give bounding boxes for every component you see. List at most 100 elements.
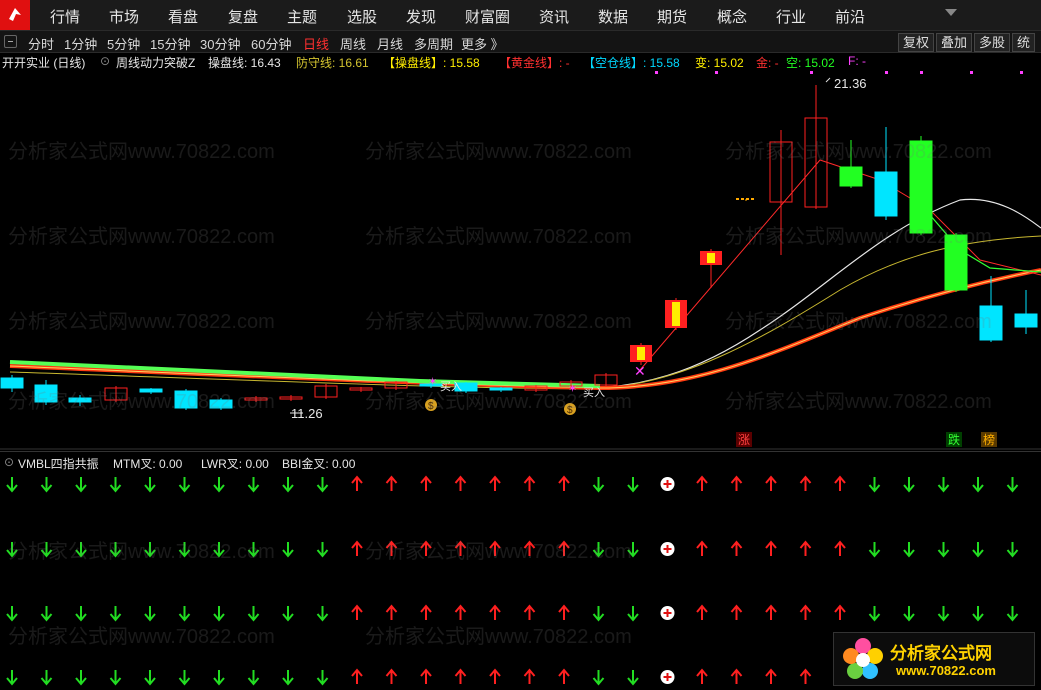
period-tab-8[interactable]: 月线 xyxy=(377,34,403,53)
candle[interactable] xyxy=(209,398,233,410)
candle[interactable] xyxy=(68,395,92,406)
candle[interactable] xyxy=(34,380,58,405)
down-arrow-icon xyxy=(109,477,122,493)
period-tab-5[interactable]: 60分钟 xyxy=(251,34,291,53)
up-arrow-icon xyxy=(558,540,570,556)
candle[interactable] xyxy=(736,198,756,201)
candle[interactable] xyxy=(665,298,687,330)
period-tab-7[interactable]: 周线 xyxy=(340,34,366,53)
menu-item-11[interactable]: 概念 xyxy=(717,6,747,27)
candle[interactable] xyxy=(979,276,1003,342)
candle[interactable] xyxy=(489,387,513,392)
brand-url: www.70822.com xyxy=(896,663,996,678)
up-arrow-icon xyxy=(385,668,398,684)
period-tab-10[interactable]: 更多 》 xyxy=(461,34,504,53)
money-bag-icon: $ xyxy=(425,399,437,412)
money-bag-icon: $ xyxy=(564,403,576,416)
up-arrow-icon xyxy=(385,604,398,620)
candle[interactable] xyxy=(630,343,652,365)
period-tab-6[interactable]: 日线 xyxy=(303,34,329,53)
up-arrow-icon xyxy=(730,668,743,684)
menu-item-7[interactable]: 财富圈 xyxy=(465,6,510,27)
down-arrow-icon xyxy=(972,542,984,558)
period-tab-9[interactable]: 多周期 xyxy=(414,34,453,53)
candle[interactable] xyxy=(314,384,338,399)
period-tab-1[interactable]: 1分钟 xyxy=(64,34,97,53)
up-arrow-icon xyxy=(765,604,777,620)
down-arrow-icon xyxy=(178,477,191,493)
candle[interactable] xyxy=(804,85,828,209)
up-arrow-icon xyxy=(696,540,708,556)
candle[interactable] xyxy=(139,388,163,394)
down-arrow-icon xyxy=(316,670,329,686)
candle[interactable] xyxy=(174,389,198,410)
menu-item-9[interactable]: 数据 xyxy=(598,6,628,27)
menu-item-0[interactable]: 行情 xyxy=(50,6,80,27)
period-tab-4[interactable]: 30分钟 xyxy=(200,34,240,53)
candle[interactable] xyxy=(104,386,128,402)
up-arrow-icon xyxy=(420,475,432,491)
candle[interactable] xyxy=(279,395,303,401)
sub-indicator-header: ⊙ VMBL四指共振 MTM叉: 0.00 LWR叉: 0.00 BBI金叉: … xyxy=(0,451,1041,471)
candle[interactable] xyxy=(0,375,24,392)
menu-item-3[interactable]: 复盘 xyxy=(228,6,258,27)
collapse-icon[interactable] xyxy=(4,35,17,48)
up-arrow-icon xyxy=(696,475,708,491)
menu-overflow-chevron-icon[interactable] xyxy=(945,9,957,16)
menu-item-5[interactable]: 选股 xyxy=(347,6,377,27)
period-tab-3[interactable]: 15分钟 xyxy=(150,34,190,53)
candle[interactable] xyxy=(839,140,863,188)
down-arrow-icon xyxy=(213,606,225,622)
down-arrow-icon xyxy=(6,670,18,686)
down-arrow-icon xyxy=(903,606,915,622)
up-arrow-icon xyxy=(696,668,708,684)
up-arrow-icon xyxy=(420,604,432,620)
restore-rights-button[interactable]: 复权 xyxy=(898,33,935,52)
up-arrow-icon xyxy=(454,475,467,491)
menu-item-12[interactable]: 行业 xyxy=(776,6,806,27)
menu-item-1[interactable]: 市场 xyxy=(109,6,139,27)
candle[interactable] xyxy=(874,127,898,220)
kong-value: 空: 15.02 xyxy=(786,56,835,70)
down-arrow-icon xyxy=(868,477,881,493)
menu-item-10[interactable]: 期货 xyxy=(657,6,687,27)
candlestick-chart[interactable]: 21.3611.26买入 买入$ $✕✶✶涨跌榜 xyxy=(0,70,1041,450)
candle[interactable] xyxy=(909,136,933,235)
menu-item-13[interactable]: 前沿 xyxy=(835,6,865,27)
stock-name: 开开实业 (日线) xyxy=(2,56,86,70)
sub-indicator-dropdown-icon[interactable]: ⊙ xyxy=(4,455,14,469)
signal-dot-icon xyxy=(970,71,973,74)
menu-item-4[interactable]: 主题 xyxy=(287,6,317,27)
up-arrow-icon xyxy=(454,604,467,620)
indicator-name[interactable]: 周线动力突破Z xyxy=(116,54,195,70)
up-arrow-icon xyxy=(489,604,501,620)
candle[interactable] xyxy=(944,233,968,292)
down-arrow-icon xyxy=(316,477,329,493)
menu-item-8[interactable]: 资讯 xyxy=(539,6,569,27)
signal-dot-icon xyxy=(920,71,923,74)
period-tab-0[interactable]: 分时 xyxy=(28,34,54,53)
candle[interactable] xyxy=(244,396,268,402)
candle[interactable] xyxy=(700,249,722,288)
signal-dot-icon xyxy=(715,71,718,74)
candle[interactable] xyxy=(769,130,793,255)
up-arrow-icon xyxy=(523,668,536,684)
indicator-dropdown-icon[interactable]: ⊙ xyxy=(100,54,110,68)
down-arrow-icon xyxy=(144,606,156,622)
down-arrow-icon xyxy=(40,542,53,558)
menu-item-2[interactable]: 看盘 xyxy=(168,6,198,27)
candle[interactable] xyxy=(1014,290,1038,334)
svg-text:$: $ xyxy=(567,405,573,416)
multi-stock-button[interactable]: 多股 xyxy=(974,33,1011,52)
overlay-button[interactable]: 叠加 xyxy=(936,33,973,52)
up-arrow-icon xyxy=(489,475,501,491)
down-arrow-icon xyxy=(627,542,639,558)
statistics-button[interactable]: 统 xyxy=(1012,33,1036,52)
app-logo-icon[interactable] xyxy=(0,0,30,30)
period-tab-2[interactable]: 5分钟 xyxy=(107,34,140,53)
menu-item-6[interactable]: 发现 xyxy=(406,6,436,27)
top-menu-bar: 行情 市场 看盘 复盘 主题 选股 发现 财富圈 资讯 数据 期货 概念 行业 前沿 xyxy=(0,0,1041,31)
candle[interactable] xyxy=(349,387,373,392)
up-arrow-icon xyxy=(523,475,536,491)
up-arrow-icon xyxy=(351,540,363,556)
